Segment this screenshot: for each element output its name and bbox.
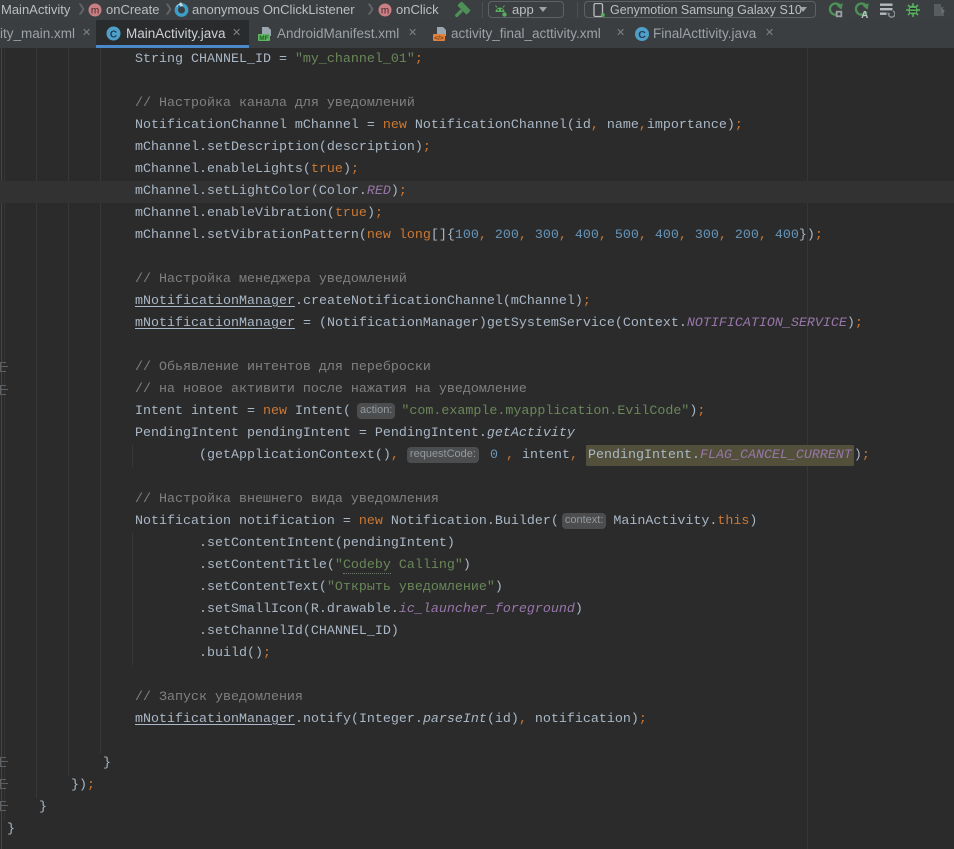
svg-text:</>: </> (434, 35, 444, 42)
svg-text:A: A (861, 10, 868, 18)
svg-text:MF: MF (259, 35, 268, 42)
svg-text:m: m (91, 6, 99, 17)
svg-text:C: C (638, 29, 646, 41)
svg-text:C: C (110, 30, 117, 41)
svg-text:m: m (381, 6, 389, 17)
